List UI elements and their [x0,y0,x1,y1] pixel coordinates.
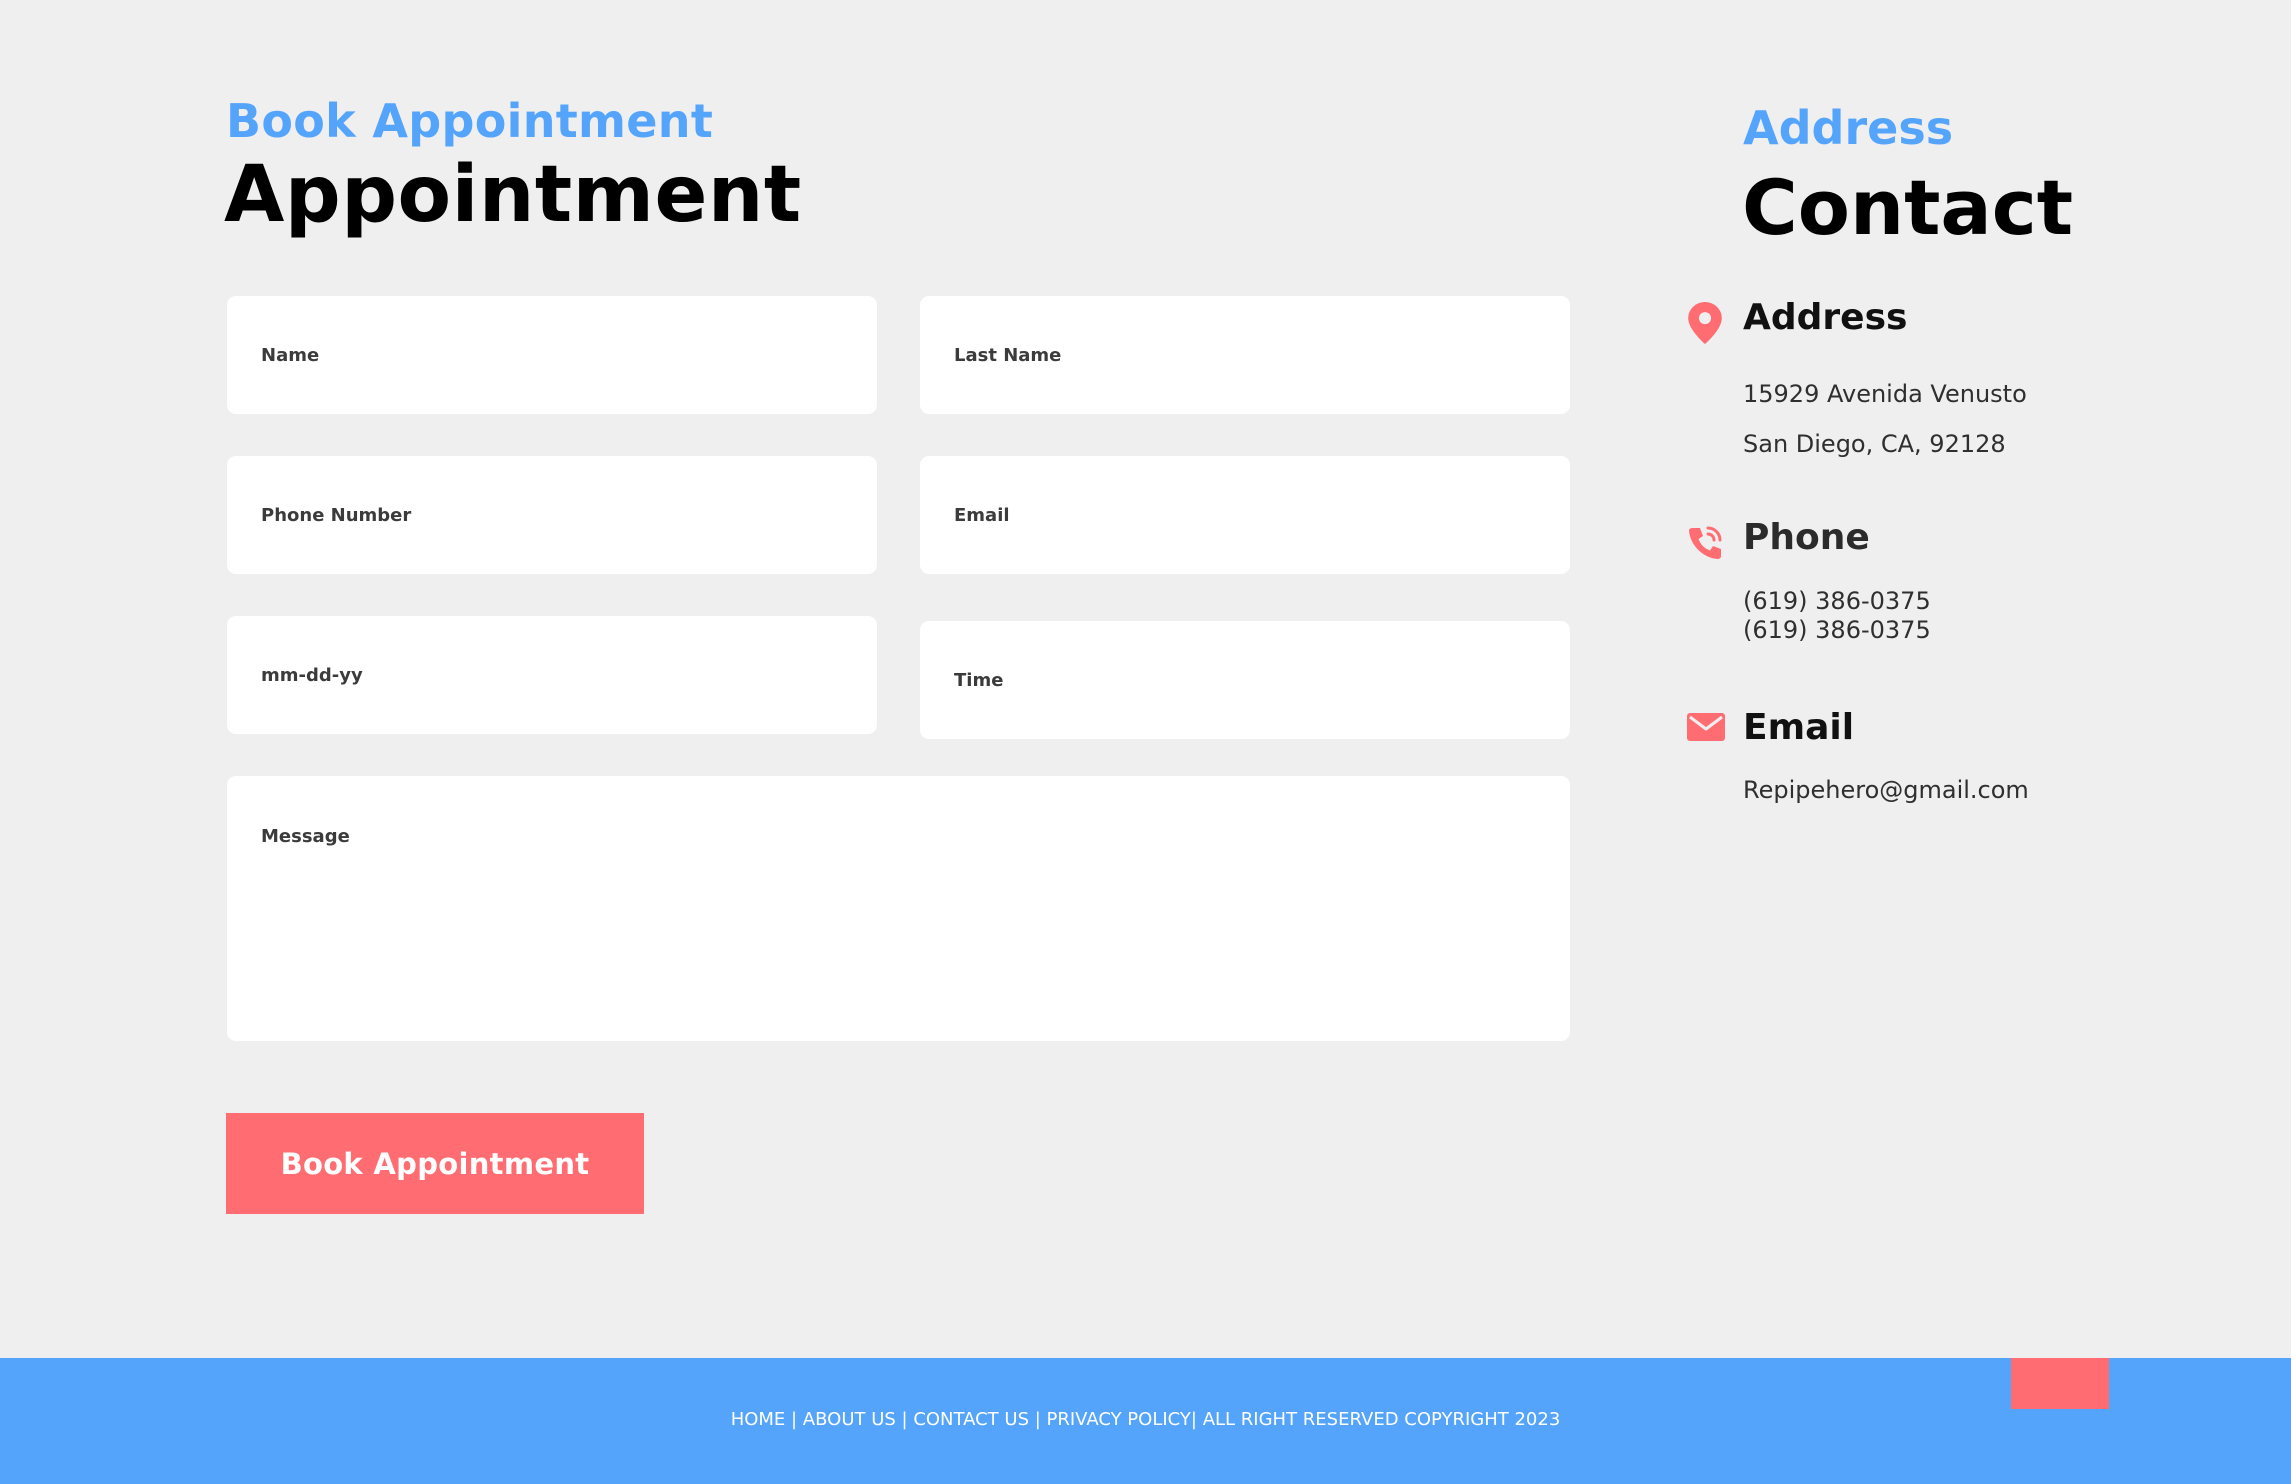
scroll-to-top-button[interactable] [2011,1358,2109,1409]
date-field[interactable] [227,616,877,734]
map-pin-icon [1688,302,1722,344]
contact-eyebrow: Address [1743,101,1954,155]
email-field[interactable] [920,456,1570,574]
name-field[interactable] [227,296,877,414]
footer-links[interactable]: HOME | ABOUT US | CONTACT US | PRIVACY P… [0,1409,2291,1430]
email-input[interactable] [920,456,1570,574]
form-title: Appointment [224,150,802,240]
book-appointment-button[interactable]: Book Appointment [226,1113,644,1214]
message-textarea[interactable] [227,776,1570,1041]
address-heading: Address [1743,297,1908,338]
phone-icon [1686,524,1724,562]
time-field[interactable] [920,621,1570,739]
address-line-1: 15929 Avenida Venusto [1743,380,2027,408]
contact-title: Contact [1742,163,2074,252]
message-field[interactable] [227,776,1570,1041]
phone-line-2: (619) 386-0375 [1743,616,1931,644]
date-input[interactable] [227,616,877,734]
phone-number-field[interactable] [227,456,877,574]
email-address: Repipehero@gmail.com [1743,776,2029,804]
last-name-field[interactable] [920,296,1570,414]
envelope-icon [1687,713,1725,741]
phone-number-input[interactable] [227,456,877,574]
last-name-input[interactable] [920,296,1570,414]
form-eyebrow: Book Appointment [226,94,714,148]
time-input[interactable] [920,621,1570,739]
name-input[interactable] [227,296,877,414]
phone-line-1: (619) 386-0375 [1743,587,1931,615]
phone-heading: Phone [1743,517,1870,558]
footer: HOME | ABOUT US | CONTACT US | PRIVACY P… [0,1358,2291,1484]
address-line-2: San Diego, CA, 92128 [1743,430,2006,458]
email-heading: Email [1743,707,1855,748]
